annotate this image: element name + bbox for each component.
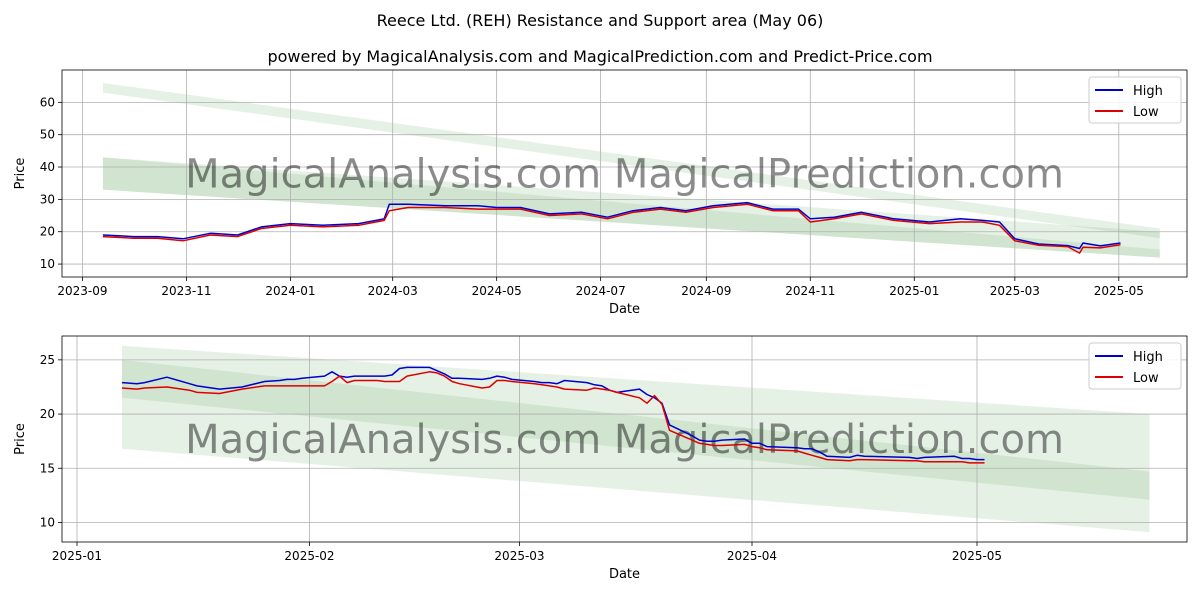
x-tick-label: 2024-07 (576, 284, 626, 298)
y-tick-label: 15 (40, 461, 55, 475)
y-axis-label: Price (13, 423, 28, 455)
y-tick-label: 20 (40, 225, 55, 239)
legend-label-high: High (1133, 350, 1163, 365)
x-tick-label: 2025-04 (727, 549, 777, 563)
watermark-text: MagicalAnalysis.com MagicalPrediction.co… (185, 152, 1064, 198)
legend-label-low: Low (1133, 371, 1159, 386)
chart-panel-overview: 2023-09 2023-11 2024-01 2024-03 2024-05 2024-… (13, 69, 1188, 317)
x-axis-label: Date (609, 302, 640, 317)
y-tick-label: 30 (40, 192, 55, 206)
x-axis-label: Date (609, 567, 640, 582)
legend-label-low: Low (1133, 105, 1159, 120)
x-tick-label: 2025-03 (494, 549, 544, 563)
y-tick-label: 50 (40, 128, 55, 142)
chart-subtitle: powered by MagicalAnalysis.com and Magic… (267, 47, 932, 66)
x-tick-label: 2025-05 (952, 549, 1002, 563)
chart-legend: High Low (1088, 342, 1182, 390)
x-tick-label: 2025-02 (284, 549, 334, 563)
y-tick-label: 10 (40, 257, 55, 271)
y-tick-label: 20 (40, 407, 55, 421)
y-axis-label: Price (13, 158, 28, 190)
x-tick-label: 2025-01 (52, 549, 102, 563)
x-tick-label: 2023-09 (57, 284, 107, 298)
x-tick-label: 2024-01 (265, 284, 315, 298)
y-tick-label: 25 (40, 353, 55, 367)
y-tick-label: 40 (40, 160, 55, 174)
chart-legend: High Low (1088, 76, 1182, 124)
y-tick-label: 60 (40, 95, 55, 109)
y-tick-label: 10 (40, 515, 55, 529)
chart-title: Reece Ltd. (REH) Resistance and Support … (377, 11, 824, 30)
x-tick-label: 2025-01 (889, 284, 939, 298)
x-tick-label: 2024-09 (681, 284, 731, 298)
x-tick-label: 2024-05 (472, 284, 522, 298)
chart-panel-recent: 2025-01 2025-02 2025-03 2025-04 2025-05 10 15 2… (13, 335, 1188, 582)
x-tick-label: 2024-11 (785, 284, 835, 298)
legend-label-high: High (1133, 84, 1163, 99)
x-tick-label: 2025-05 (1094, 284, 1144, 298)
x-tick-label: 2023-11 (161, 284, 211, 298)
chart-canvas: Reece Ltd. (REH) Resistance and Support … (13, 11, 1188, 582)
x-tick-label: 2025-03 (990, 284, 1040, 298)
watermark-text: MagicalAnalysis.com MagicalPrediction.co… (185, 417, 1064, 463)
x-tick-label: 2024-03 (368, 284, 418, 298)
